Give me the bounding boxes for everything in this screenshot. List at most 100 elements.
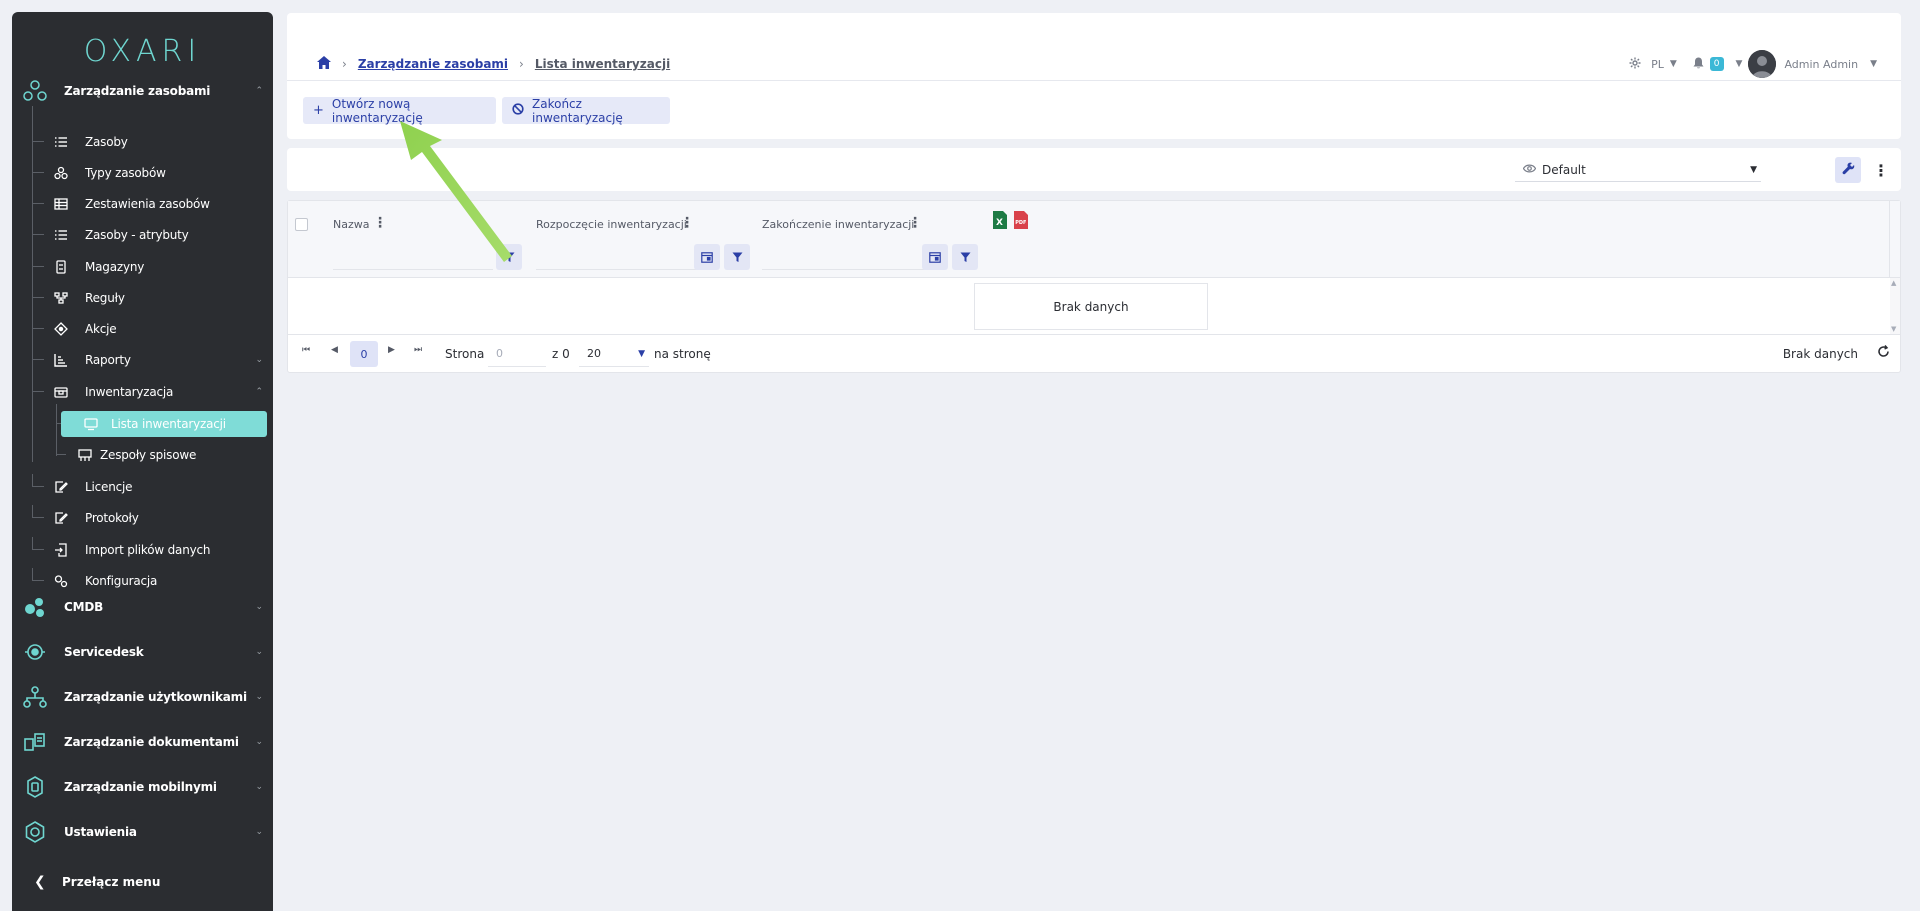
excel-icon[interactable]: X [993,211,1007,232]
next-page-icon[interactable]: ▶ [388,345,395,355]
chevron-down-icon: ⌄ [255,827,263,837]
rules-icon [54,291,68,305]
sidebar-item-licencje[interactable]: Licencje [32,474,273,500]
section-cmdb[interactable]: CMDB ⌄ [12,589,273,625]
actions-icon [54,322,68,336]
sidebar-subitem-lista-inwentaryzacji[interactable]: Lista inwentaryzacji [56,411,271,437]
sidebar-item-import[interactable]: Import plików danych [32,537,273,563]
breadcrumb-asset-management[interactable]: Zarządzanie zasobami [358,57,508,71]
breadcrumb: › Zarządzanie zasobami › Lista inwentary… [317,53,670,75]
filter-button-name[interactable] [496,244,522,270]
open-inventory-button[interactable]: + Otwórz nową inwentaryzację [303,97,496,125]
sidebar-item-akcje[interactable]: Akcje [32,316,273,342]
chevron-down-icon: ⌄ [255,355,263,365]
section-user-management[interactable]: Zarządzanie użytkownikami ⌄ [12,679,273,715]
cmdb-icon [22,595,48,619]
list-icon [54,228,68,242]
gear-icon[interactable] [1629,57,1641,72]
filter-button-start[interactable] [724,244,750,270]
wrench-icon [1842,162,1855,178]
types-icon [54,166,68,180]
current-page-button[interactable]: 0 [350,341,378,367]
chevron-down-icon[interactable]: ▼ [1670,59,1677,69]
sidebar-item-label: Akcje [85,322,117,336]
language-selector[interactable]: PL [1651,58,1664,71]
filter-input-name[interactable] [333,244,493,270]
page-size-select[interactable]: 20 ▼ [579,341,649,367]
page-of-label: z 0 [552,347,570,361]
more-options-button[interactable]: ⋮ [1872,157,1890,183]
pdf-icon[interactable]: PDF [1014,211,1028,232]
refresh-icon[interactable] [1877,345,1890,362]
page-number-input[interactable] [488,341,546,367]
select-all-checkbox[interactable] [295,218,308,231]
pager: ⏮ ◀ 0 ▶ ⏭ Strona z 0 20 ▼ na stronę Brak… [288,334,1900,373]
scroll-up-icon[interactable]: ▲ [1891,279,1896,287]
sidebar-subitem-zespoly-spisowe[interactable]: Zespoły spisowe [56,442,271,468]
column-header-end[interactable]: Zakończenie inwentaryzacji [762,218,914,231]
sidebar-item-inwentaryzacja[interactable]: Inwentaryzacja ⌃ [32,379,273,405]
notification-badge[interactable]: 0 [1709,57,1724,71]
column-header-name[interactable]: Nazwa [333,218,369,231]
column-menu-icon[interactable]: ⋮ [373,215,387,231]
sidebar-item-raporty[interactable]: Raporty ⌄ [32,347,273,373]
sidebar-item-typy-zasobow[interactable]: Typy zasobów [32,160,273,186]
view-selector[interactable]: Default ▼ [1515,158,1761,182]
chevron-up-icon: ⌃ [255,86,263,96]
first-page-icon[interactable]: ⏮ [302,345,310,355]
filter-button-end[interactable] [952,244,978,270]
wrench-button[interactable] [1835,157,1861,183]
filter-input-end[interactable] [762,244,926,270]
section-settings[interactable]: Ustawienia ⌄ [12,814,273,850]
chart-icon [54,353,68,367]
last-page-icon[interactable]: ⏭ [414,345,422,355]
avatar[interactable] [1748,50,1777,78]
column-header-start[interactable]: Rozpoczęcie inwentaryzacji [536,218,687,231]
section-mobile-management[interactable]: Zarządzanie mobilnymi ⌄ [12,769,273,805]
calendar-button-start[interactable] [694,244,720,270]
close-inventory-button[interactable]: Zakończ inwentaryzację [502,97,670,125]
documents-icon [22,730,48,754]
filter-input-start[interactable] [536,244,698,270]
filter-icon [504,252,514,262]
dropdown-arrow-icon: ▼ [1750,164,1757,175]
sidebar-subitem-label: Zespoły spisowe [100,448,197,462]
sidebar-item-label: Zasoby - atrybuty [85,228,189,242]
chevron-down-icon: ⌄ [255,647,263,657]
sidebar-item-atrybuty[interactable]: Zasoby - atrybuty [32,222,273,248]
sidebar-item-zestawienia[interactable]: Zestawienia zasobów [32,191,273,217]
section-asset-management[interactable]: Zarządzanie zasobami ⌃ [12,73,273,109]
prev-page-icon[interactable]: ◀ [331,345,338,355]
sidebar-item-zasoby[interactable]: Zasoby [32,129,273,155]
bell-icon[interactable] [1693,57,1704,72]
column-menu-icon[interactable]: ⋮ [680,215,694,231]
empty-state: Brak danych [974,283,1208,330]
inventory-grid: Nazwa ⋮ Rozpoczęcie inwentaryzacji ⋮ Zak… [287,200,1901,373]
home-icon[interactable] [317,56,331,72]
sidebar-item-label: Zestawienia zasobów [85,197,210,211]
vertical-scrollbar[interactable]: ▲ ▼ [1890,278,1900,334]
kebab-icon: ⋮ [1873,160,1889,180]
toggle-menu-button[interactable]: ❮ Przełącz menu [12,864,273,900]
sidebar-item-label: Licencje [85,480,133,494]
scroll-down-icon[interactable]: ▼ [1891,325,1896,333]
breadcrumb-separator: › [519,57,524,71]
sidebar: OXARI Zarządzanie zasobami ⌃ Zasoby Typy… [12,12,273,911]
user-name[interactable]: Admin Admin [1784,58,1858,71]
breadcrumb-current: Lista inwentaryzacji [534,57,671,71]
sidebar-item-reguly[interactable]: Reguły [32,285,273,311]
list-icon [54,135,68,149]
sidebar-item-protokoly[interactable]: Protokoły [32,505,273,531]
warehouse-icon [54,260,68,274]
column-divider [1889,201,1890,278]
calendar-button-end[interactable] [922,244,948,270]
column-menu-icon[interactable]: ⋮ [908,215,922,231]
chevron-down-icon[interactable]: ▼ [1870,59,1877,69]
section-document-management[interactable]: Zarządzanie dokumentami ⌄ [12,724,273,760]
chevron-up-icon: ⌃ [255,387,263,397]
section-servicedesk[interactable]: Servicedesk ⌄ [12,634,273,670]
sidebar-item-magazyny[interactable]: Magazyny [32,254,273,280]
chevron-down-icon[interactable]: ▼ [1736,59,1743,69]
view-selector-value: Default [1542,162,1586,177]
plus-icon: + [313,103,324,118]
